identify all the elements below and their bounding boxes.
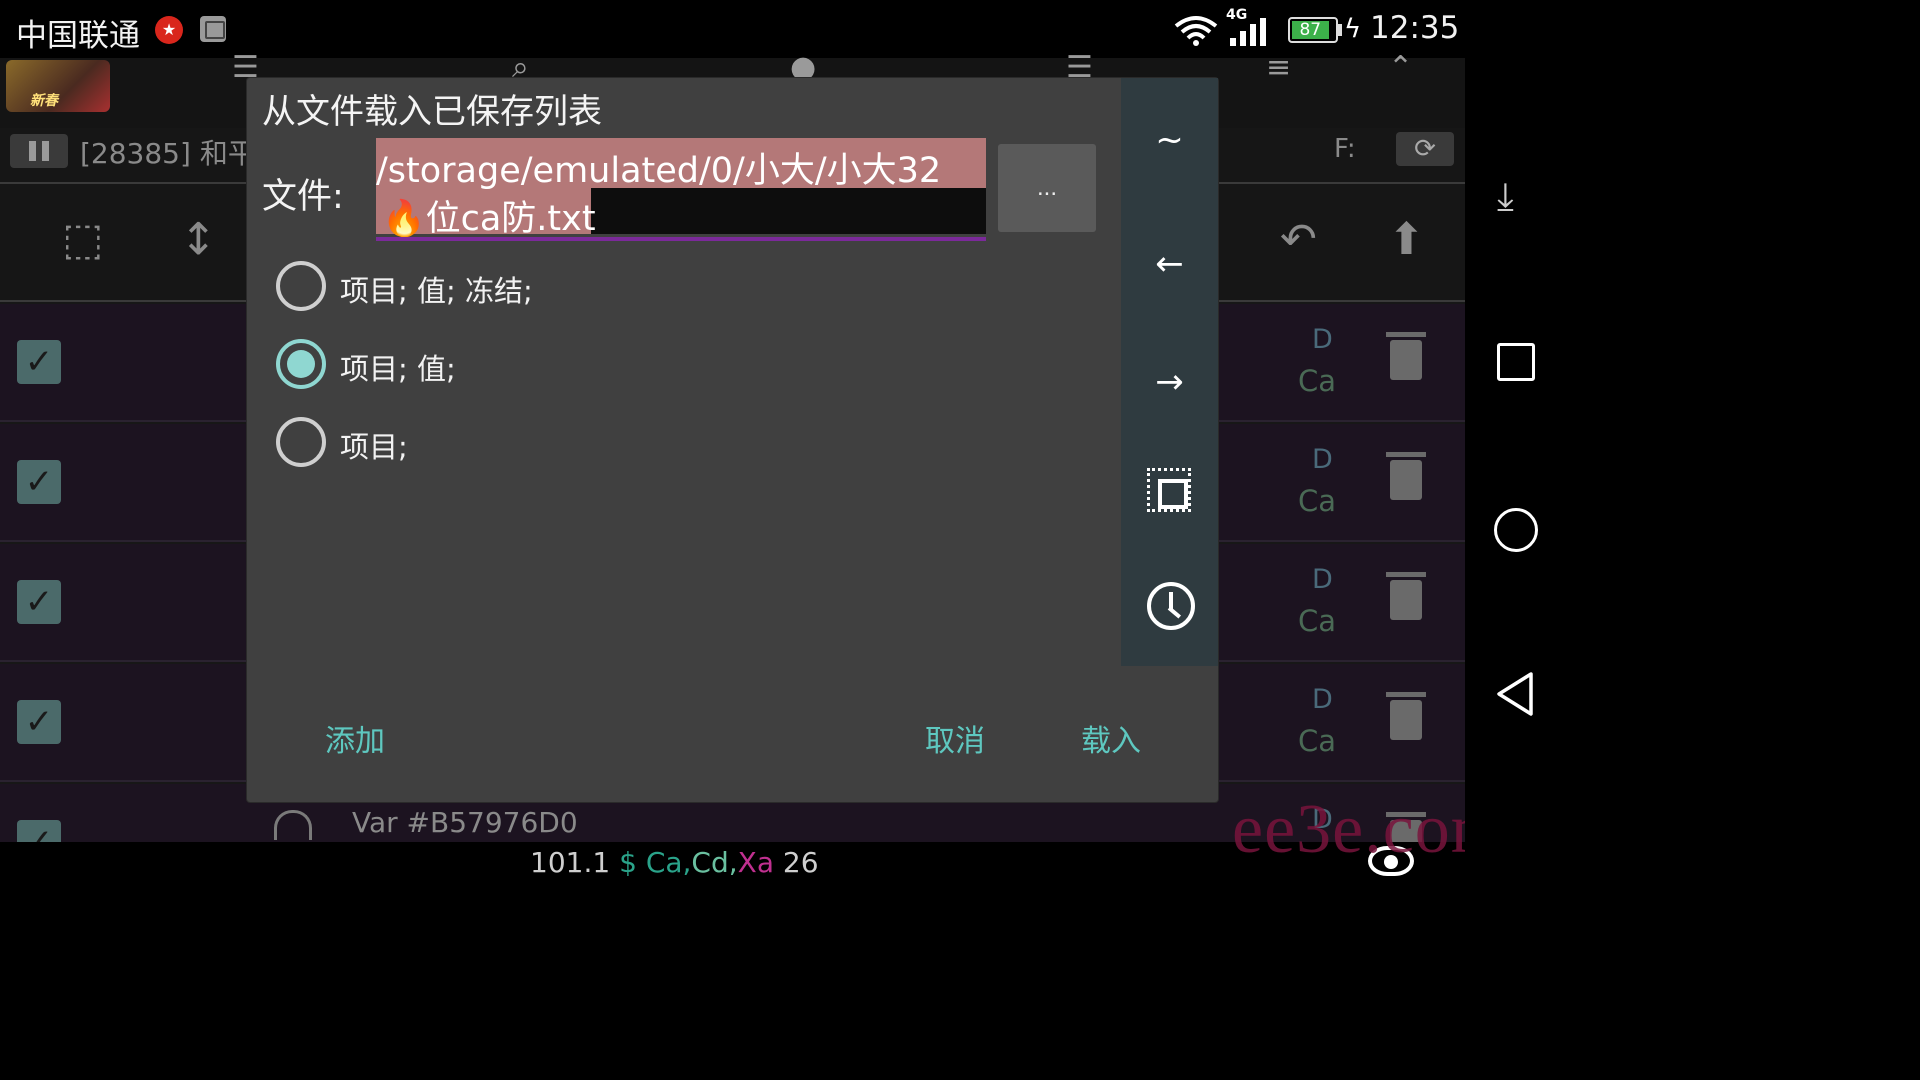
path-text-line1: /storage/emulated/0/小大/小大32 [376, 151, 942, 191]
move-vertical-icon[interactable]: ↕ [180, 214, 217, 265]
dialog-title: 从文件载入已保存列表 [262, 92, 602, 132]
item-type: D [1312, 684, 1333, 715]
home-button[interactable] [1494, 508, 1538, 552]
battery-tip [1338, 24, 1342, 36]
cursor-right-button[interactable]: → [1121, 352, 1218, 412]
browse-button[interactable]: ... [998, 144, 1096, 232]
var-label: Var #B57976D0 [352, 806, 578, 839]
load-list-dialog: 从文件载入已保存列表 文件: /storage/emulated/0/小大/小大… [247, 78, 1218, 802]
trash-icon[interactable] [1386, 332, 1426, 380]
deselect-icon[interactable]: ⬚ [62, 214, 104, 265]
radio-label-item-value-freeze[interactable]: 项目; 值; 冻结; [340, 268, 533, 310]
app-notification-icon: ★ [155, 16, 183, 44]
android-nav-bar: ⤓ [1465, 58, 1568, 882]
bottom-status-text: 101.1 $ Ca,Cd,Xa 26 [530, 846, 819, 879]
bottom-value: 101.1 [530, 846, 611, 879]
region-cd: Cd, [691, 846, 738, 879]
radio-item-value-freeze[interactable] [276, 261, 326, 311]
filter-label: F: [1334, 134, 1356, 164]
item-region: Ca [1298, 364, 1337, 398]
charging-icon: ϟ [1344, 14, 1362, 44]
region-xa: Xa [737, 846, 774, 879]
battery-icon: 87 [1288, 17, 1338, 43]
item-region: Ca [1298, 604, 1337, 638]
item-region: Ca [1298, 484, 1337, 518]
item-checkbox[interactable]: ✓ [17, 460, 61, 504]
item-type: D [1312, 444, 1333, 475]
upload-icon[interactable]: ⬆ [1388, 214, 1425, 265]
collapse-down-icon[interactable]: ⤓ [1497, 174, 1514, 219]
pause-button[interactable] [10, 134, 68, 168]
wifi-icon [1174, 16, 1218, 46]
undo-icon[interactable]: ↶ [1280, 214, 1317, 265]
tilde-button[interactable]: ~ [1121, 110, 1218, 170]
gallery-notification-icon [200, 16, 226, 42]
region-ca: Ca, [645, 846, 692, 879]
load-button[interactable]: 载入 [1081, 716, 1141, 760]
radio-label-item-only[interactable]: 项目; [340, 424, 408, 466]
item-checkbox[interactable]: ✓ [17, 340, 61, 384]
input-underline [376, 237, 986, 241]
signal-icon [1230, 18, 1266, 46]
input-helper-panel: ~ ← → [1121, 78, 1218, 666]
lock-icon[interactable] [274, 810, 312, 840]
result-count: 26 [782, 846, 819, 879]
item-type: D [1312, 324, 1333, 355]
cancel-button[interactable]: 取消 [925, 716, 985, 760]
add-button[interactable]: 添加 [325, 716, 385, 760]
trash-icon[interactable] [1386, 572, 1426, 620]
game-badge: 新春 [30, 93, 58, 109]
clock: 12:35 [1370, 10, 1460, 46]
radio-label-item-value[interactable]: 项目; 值; [340, 346, 456, 388]
trash-icon[interactable] [1386, 452, 1426, 500]
trash-icon[interactable] [1386, 692, 1426, 740]
radio-item-value[interactable] [276, 339, 326, 389]
dollar-sign: $ [619, 846, 637, 879]
item-region: Ca [1298, 724, 1337, 758]
file-path-input[interactable]: /storage/emulated/0/小大/小大32 🔥位ca防.txt [376, 138, 986, 242]
recent-apps-button[interactable] [1497, 343, 1535, 381]
back-button[interactable] [1495, 671, 1535, 717]
path-text-line2: 🔥位ca防.txt [382, 199, 596, 239]
item-checkbox[interactable]: ✓ [17, 700, 61, 744]
cursor-left-button[interactable]: ← [1121, 234, 1218, 294]
carrier-name: 中国联通 [16, 18, 140, 54]
process-label: [28385] 和平 [80, 137, 256, 170]
file-label: 文件: [262, 177, 344, 217]
refresh-button[interactable]: ⟳ [1396, 132, 1454, 166]
battery-level: 87 [1292, 21, 1329, 39]
menu-icon[interactable]: ≡ [1266, 53, 1291, 83]
radio-item-only[interactable] [276, 417, 326, 467]
item-type: D [1312, 564, 1333, 595]
history-icon[interactable] [1147, 582, 1195, 630]
select-all-icon[interactable] [1147, 468, 1191, 512]
chevron-up-icon[interactable]: ⌃ [1388, 53, 1413, 83]
item-checkbox[interactable]: ✓ [17, 580, 61, 624]
game-thumbnail[interactable]: 新春 [6, 60, 110, 112]
